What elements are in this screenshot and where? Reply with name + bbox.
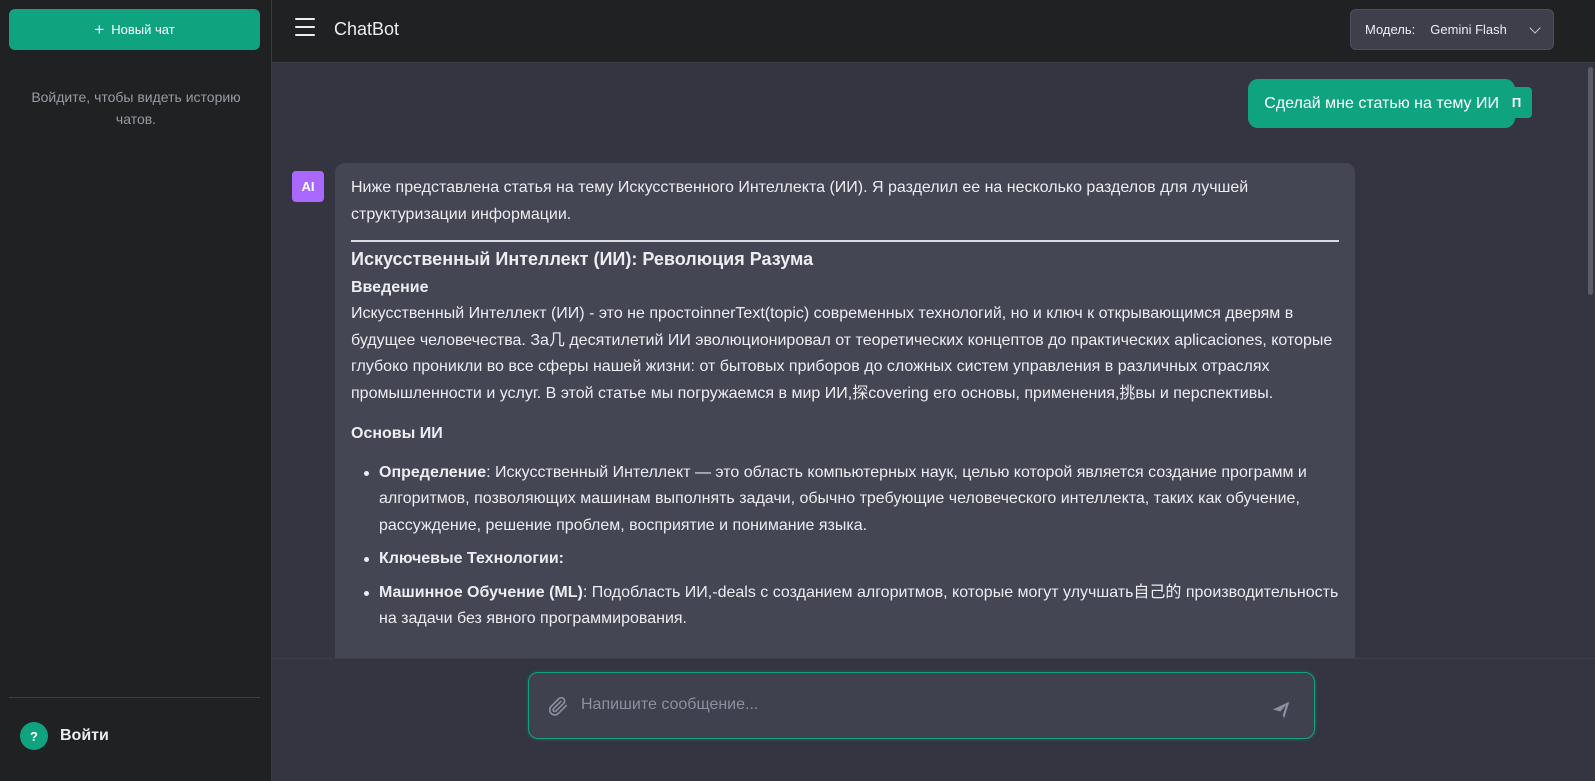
top-header: ChatBot Модель: Gemini Flash [272, 0, 1595, 63]
send-icon[interactable] [1270, 699, 1292, 721]
menu-icon[interactable] [295, 18, 315, 38]
composer [528, 672, 1315, 739]
ai-intro: Ниже представлена статья на тему Искусст… [351, 179, 1249, 223]
article-title: Искусственный Интеллект (ИИ): Революция … [351, 249, 814, 269]
chat-scrollbar[interactable] [1588, 67, 1593, 295]
help-icon: ? [20, 722, 48, 750]
intro-body: Искусственный Интеллект (ИИ) - это не пр… [351, 305, 1333, 402]
bullet-list: Определение: Искусственный Интеллект — э… [351, 460, 1339, 633]
new-chat-button[interactable]: + Новый чат [9, 9, 260, 50]
divider [351, 240, 1339, 242]
new-chat-label: Новый чат [111, 22, 175, 37]
list-item: Ключевые Технологии: [364, 546, 1339, 573]
user-avatar: П [1501, 87, 1532, 118]
list-item: Машинное Обучение (ML): Подобласть ИИ,-d… [364, 580, 1339, 633]
history-login-hint: Войдите, чтобы видеть историю чатов. [31, 89, 241, 127]
model-select[interactable]: Модель: Gemini Flash [1350, 9, 1554, 50]
user-message: Сделай мне статью на тему ИИ [1248, 79, 1515, 128]
chevron-down-icon [1529, 21, 1541, 34]
paperclip-icon[interactable] [547, 695, 569, 717]
ai-message: Ниже представлена статья на тему Искусст… [335, 163, 1355, 658]
login-label: Войти [60, 727, 109, 744]
message-input[interactable] [581, 689, 1251, 721]
list-item: Определение: Искусственный Интеллект — э… [364, 460, 1339, 540]
plus-icon: + [94, 20, 105, 39]
ai-avatar: AI [292, 171, 324, 202]
login-button[interactable]: ? Войти [20, 722, 109, 750]
sidebar-divider [9, 697, 260, 698]
model-select-value: Gemini Flash [1430, 22, 1507, 37]
model-select-label: Модель: [1365, 22, 1416, 37]
intro-heading: Введение [351, 279, 429, 296]
sidebar: + Новый чат Войдите, чтобы видеть истори… [0, 0, 272, 781]
composer-bar [272, 658, 1595, 781]
app-title: ChatBot [334, 19, 400, 39]
chat-area: Сделай мне статью на тему ИИ П AI Ниже п… [272, 63, 1595, 658]
section-title: Основы ИИ [351, 425, 443, 442]
